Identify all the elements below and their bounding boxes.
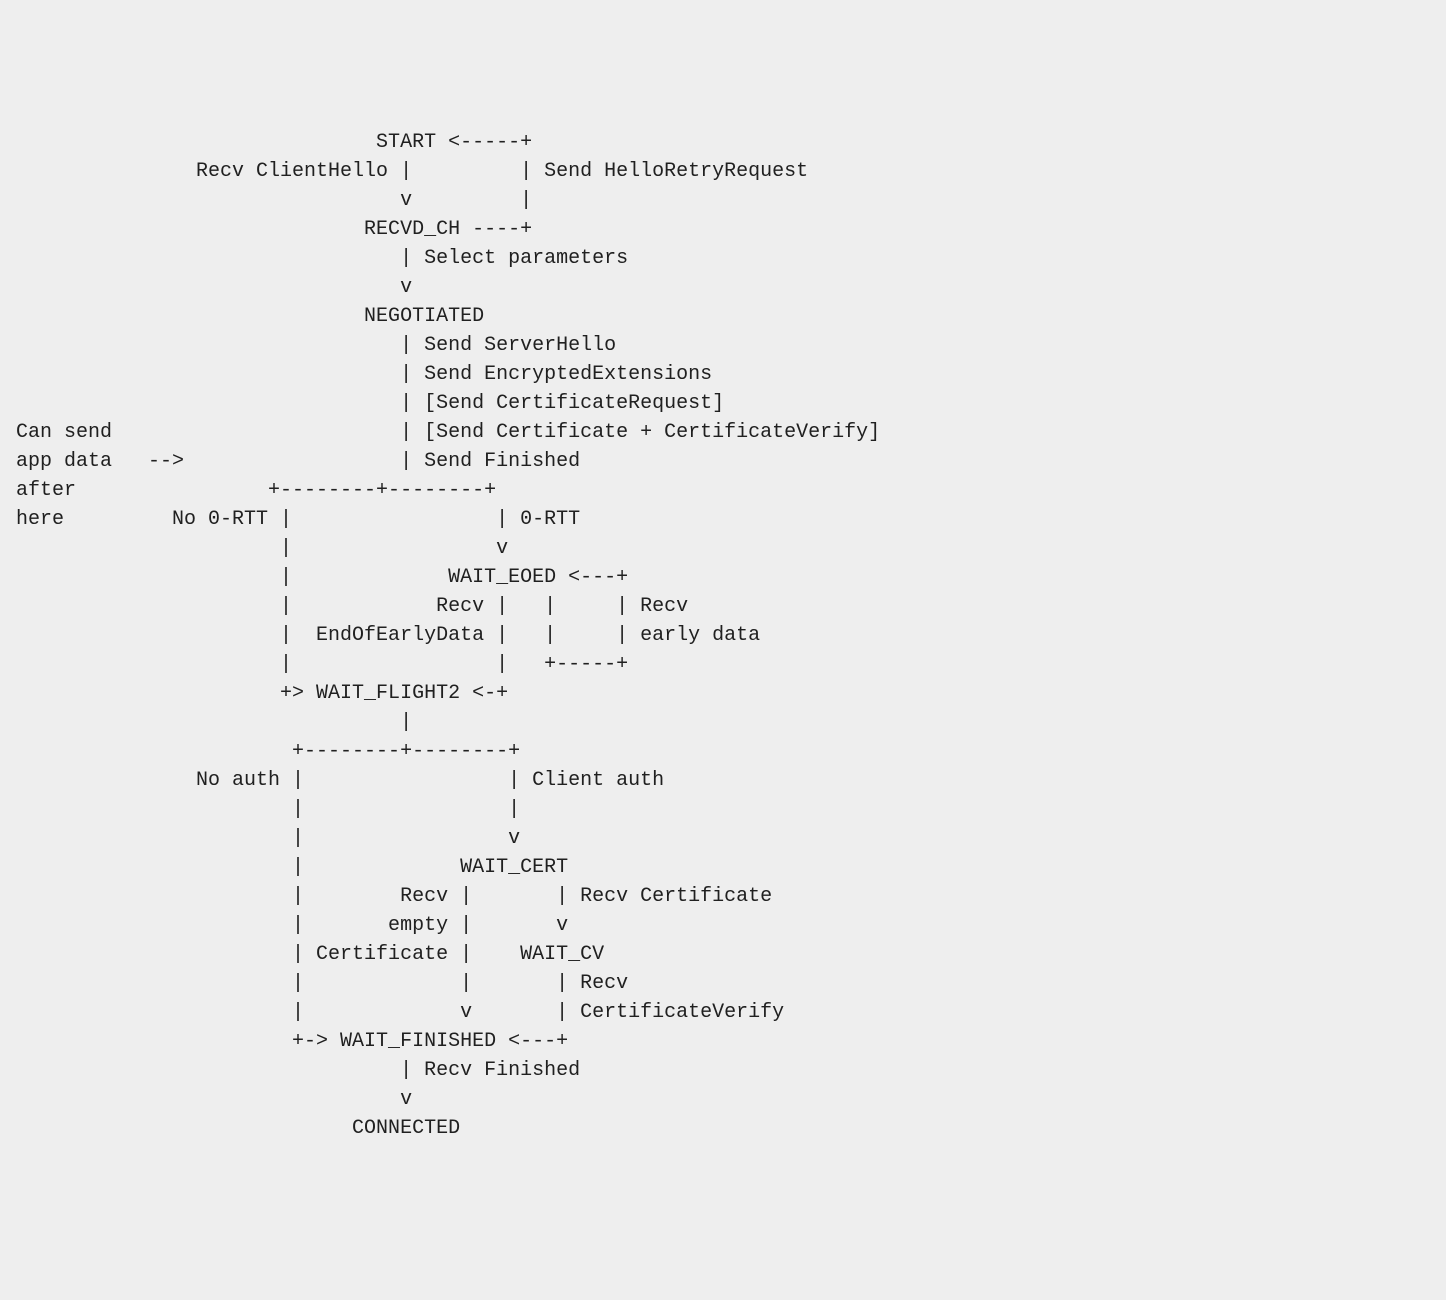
ascii-state-diagram: START <-----+ Recv ClientHello | | Send …	[16, 128, 1430, 1143]
